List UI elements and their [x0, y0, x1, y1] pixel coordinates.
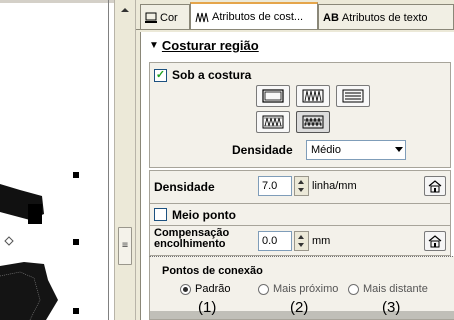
embroidery-region-notch: [28, 204, 42, 224]
home-icon: [428, 179, 442, 192]
underlay-checkbox[interactable]: ✓: [154, 69, 167, 82]
half-stitch-group: Meio ponto: [149, 204, 451, 226]
radio-nearest-indicator[interactable]: [258, 283, 269, 295]
pull-compensation-group: Compensação encolhimento 0.0 mm: [149, 226, 451, 256]
scroll-up-arrow-icon[interactable]: [119, 5, 131, 15]
radio-nearest[interactable]: Mais próximo: [258, 283, 338, 295]
underlay-density-value: Médio: [311, 144, 341, 156]
callout-number-1: (1): [198, 299, 217, 316]
half-stitch-label: Meio ponto: [172, 208, 236, 222]
radio-nearest-label: Mais próximo: [273, 283, 339, 295]
underlay-density-label: Densidade: [232, 143, 293, 157]
tab-stitch-attributes-label: Atributos de cost...: [212, 11, 304, 23]
underlay-label: Sob a costura: [172, 68, 252, 82]
tab-bar: Cor Atributos de cost... AB Atributos de…: [136, 0, 454, 30]
connection-points-title: Pontos de conexão: [162, 265, 263, 277]
splitter-grip-icon[interactable]: ≡: [118, 227, 132, 265]
attributes-panel: Cor Atributos de cost... AB Atributos de…: [136, 0, 454, 320]
selection-handle: [73, 172, 79, 178]
rectangle-outline-icon: [262, 89, 284, 103]
tab-text-attributes[interactable]: AB Atributos de texto: [318, 4, 454, 30]
tab-bar-baseline: [136, 29, 454, 30]
callout-number-3: (3): [382, 299, 401, 316]
half-stitch-checkbox[interactable]: [154, 208, 167, 221]
tab-text-attributes-label: Atributos de texto: [341, 11, 428, 24]
parallel-lines-icon: [342, 89, 364, 103]
stitch-attributes-icon: [195, 12, 209, 22]
density-reset-button[interactable]: [424, 176, 446, 196]
cross-hatch-icon: [302, 115, 324, 129]
zigzag-icon: [302, 89, 324, 103]
pull-compensation-label: Compensação encolhimento: [154, 227, 230, 250]
pull-compensation-input[interactable]: 0.0: [258, 231, 292, 251]
underlay-pattern-outline-button[interactable]: [256, 85, 290, 107]
underlay-pattern-cross-button[interactable]: [296, 111, 330, 133]
radio-default-indicator[interactable]: [180, 283, 191, 295]
pull-compensation-unit: mm: [312, 235, 331, 247]
tab-content: ▼ Costurar região ✓ Sob a costura Densid…: [140, 32, 454, 320]
radio-default-label: Padrão: [195, 283, 231, 295]
density-group: Densidade 7.0 linha/mm: [149, 170, 451, 204]
text-attributes-icon: AB: [323, 11, 339, 24]
underlay-density-select[interactable]: Médio: [306, 140, 406, 160]
density-label: Densidade: [154, 180, 215, 194]
section-header-sew-region[interactable]: ▼ Costurar região: [149, 38, 259, 53]
home-icon: [428, 234, 442, 247]
radio-default[interactable]: Padrão: [180, 283, 230, 295]
selection-handle: [73, 239, 79, 245]
callout-number-2: (2): [290, 299, 309, 316]
center-marker: [4, 236, 14, 246]
radio-farthest-indicator[interactable]: [348, 283, 359, 295]
underlay-group: ✓ Sob a costura Densidade Médio: [149, 62, 451, 168]
canvas-boundary-line: [108, 0, 109, 320]
radio-farthest-label: Mais distante: [363, 283, 428, 295]
tab-color[interactable]: Cor: [140, 4, 190, 30]
collapse-triangle-icon[interactable]: ▼: [149, 40, 159, 51]
density-spinner[interactable]: [294, 176, 309, 196]
tab-color-label: Cor: [160, 11, 178, 24]
density-input[interactable]: 7.0: [258, 176, 292, 196]
vertical-scrollbar[interactable]: ≡: [114, 0, 136, 320]
chevron-down-icon[interactable]: [395, 147, 403, 152]
underlay-pattern-parallel-button[interactable]: [336, 85, 370, 107]
pull-compensation-spinner[interactable]: [294, 231, 309, 251]
density-unit: linha/mm: [312, 180, 357, 192]
radio-farthest[interactable]: Mais distante: [348, 283, 428, 295]
color-icon: [145, 12, 157, 23]
selection-handle: [73, 308, 79, 314]
embroidery-region-lower: [0, 262, 58, 320]
tab-stitch-attributes[interactable]: Atributos de cost...: [190, 2, 318, 30]
underlay-pattern-zigzag-box-button[interactable]: [256, 111, 290, 133]
pull-compensation-reset-button[interactable]: [424, 231, 446, 251]
section-title: Costurar região: [161, 38, 259, 53]
zigzag-box-icon: [262, 115, 284, 129]
connection-points-group: Pontos de conexão Padrão Mais próximo Ma…: [149, 256, 454, 320]
design-canvas[interactable]: [0, 0, 114, 320]
underlay-pattern-zigzag-button[interactable]: [296, 85, 330, 107]
canvas-drawing: [0, 172, 79, 320]
